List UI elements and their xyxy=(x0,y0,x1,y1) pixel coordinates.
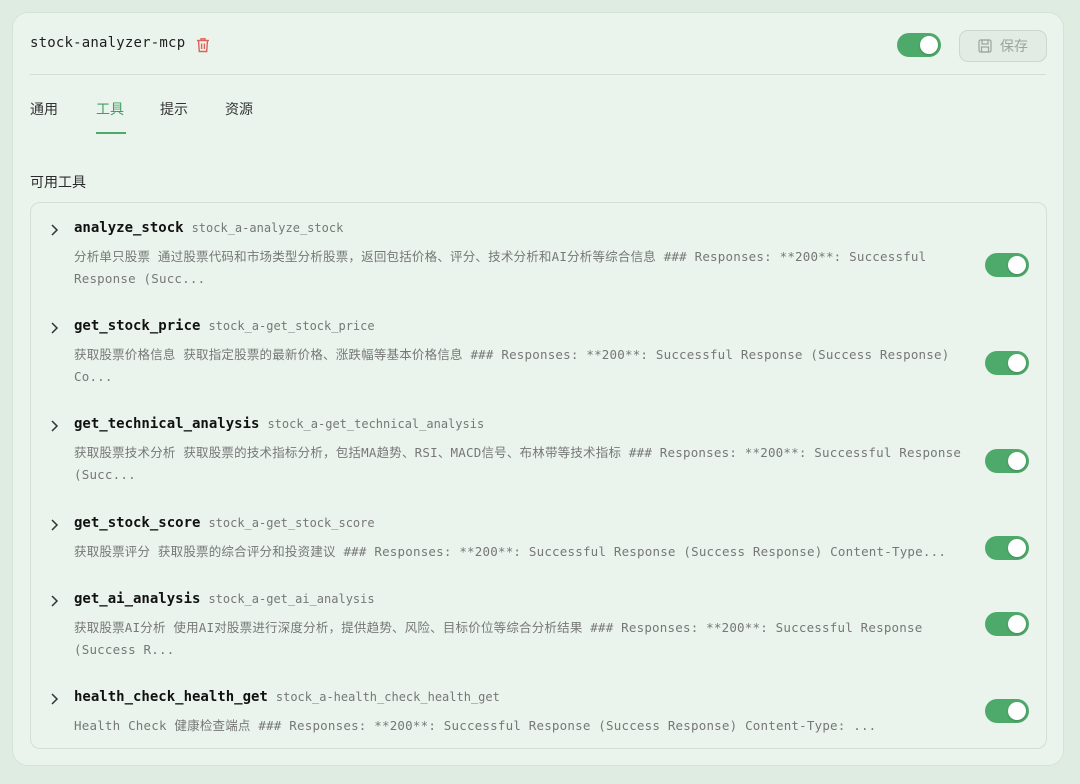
tool-id: stock_a-get_technical_analysis xyxy=(267,417,485,431)
trash-icon[interactable] xyxy=(196,37,210,53)
section-title: 可用工具 xyxy=(30,175,86,191)
chevron-right-icon[interactable] xyxy=(49,418,61,432)
server-config-panel: stock-analyzer-mcp 保存 通用 工具 提示 资源 可用工具 a… xyxy=(12,12,1064,766)
tab-resources[interactable]: 资源 xyxy=(225,99,253,119)
active-tab-indicator xyxy=(96,132,126,134)
chevron-right-icon[interactable] xyxy=(49,593,61,607)
toggle-knob xyxy=(920,36,938,54)
toggle-knob xyxy=(1008,256,1026,274)
tool-name: get_stock_score xyxy=(74,515,201,531)
chevron-right-icon[interactable] xyxy=(49,691,61,705)
tool-name-row[interactable]: get_ai_analysis stock_a-get_ai_analysis xyxy=(74,591,375,607)
toggle-knob xyxy=(1008,702,1026,720)
tool-description: 获取股票评分 获取股票的综合评分和投资建议 ### Responses: **2… xyxy=(74,544,947,559)
tool-enable-toggle[interactable] xyxy=(985,612,1029,636)
tool-id: stock_a-analyze_stock xyxy=(191,221,344,235)
tool-name: analyze_stock xyxy=(74,220,184,236)
save-button[interactable]: 保存 xyxy=(959,30,1047,62)
tool-description: 获取股票技术分析 获取股票的技术指标分析，包括MA趋势、RSI、MACD信号、布… xyxy=(74,445,962,482)
panel-header: stock-analyzer-mcp 保存 xyxy=(30,13,1047,75)
tool-description: Health Check 健康检查端点 ### Responses: **200… xyxy=(74,718,877,733)
tool-name: health_check_health_get xyxy=(74,689,268,705)
toggle-knob xyxy=(1008,354,1026,372)
save-icon xyxy=(978,39,992,53)
tool-enable-toggle[interactable] xyxy=(985,351,1029,375)
tool-enable-toggle[interactable] xyxy=(985,536,1029,560)
tool-description: 获取股票AI分析 使用AI对股票进行深度分析，提供趋势、风险、目标价位等综合分析… xyxy=(74,620,923,657)
tool-description: 分析单只股票 通过股票代码和市场类型分析股票，返回包括价格、评分、技术分析和AI… xyxy=(74,249,927,286)
tool-name: get_ai_analysis xyxy=(74,591,201,607)
tool-name-row[interactable]: get_stock_price stock_a-get_stock_price xyxy=(74,318,375,334)
tool-enable-toggle[interactable] xyxy=(985,253,1029,277)
tab-prompts[interactable]: 提示 xyxy=(160,99,188,119)
tool-name-row[interactable]: analyze_stock stock_a-analyze_stock xyxy=(74,220,343,236)
tool-name-row[interactable]: get_stock_score stock_a-get_stock_score xyxy=(74,515,375,531)
tool-name-row[interactable]: health_check_health_get stock_a-health_ch… xyxy=(74,689,500,705)
tool-id: stock_a-get_stock_price xyxy=(208,319,375,333)
tool-id: stock_a-get_stock_score xyxy=(208,516,375,530)
tool-name-row[interactable]: get_technical_analysis stock_a-get_techni… xyxy=(74,416,484,432)
toggle-knob xyxy=(1008,539,1026,557)
chevron-right-icon[interactable] xyxy=(49,517,61,531)
server-enable-toggle[interactable] xyxy=(897,33,941,57)
server-name: stock-analyzer-mcp xyxy=(30,35,186,51)
tool-id: stock_a-health_check_health_get xyxy=(275,690,500,704)
tool-name: get_technical_analysis xyxy=(74,416,260,432)
tool-description: 获取股票价格信息 获取指定股票的最新价格、涨跌幅等基本价格信息 ### Resp… xyxy=(74,347,950,384)
chevron-right-icon[interactable] xyxy=(49,320,61,334)
toggle-knob xyxy=(1008,452,1026,470)
save-label: 保存 xyxy=(1000,39,1028,55)
toggle-knob xyxy=(1008,615,1026,633)
tool-name: get_stock_price xyxy=(74,318,201,334)
tab-general[interactable]: 通用 xyxy=(30,99,58,119)
tool-enable-toggle[interactable] xyxy=(985,699,1029,723)
tool-enable-toggle[interactable] xyxy=(985,449,1029,473)
tool-id: stock_a-get_ai_analysis xyxy=(208,592,375,606)
tool-list: analyze_stock stock_a-analyze_stock 分析单只股… xyxy=(30,202,1047,749)
tab-tools[interactable]: 工具 xyxy=(96,99,124,119)
chevron-right-icon[interactable] xyxy=(49,222,61,236)
